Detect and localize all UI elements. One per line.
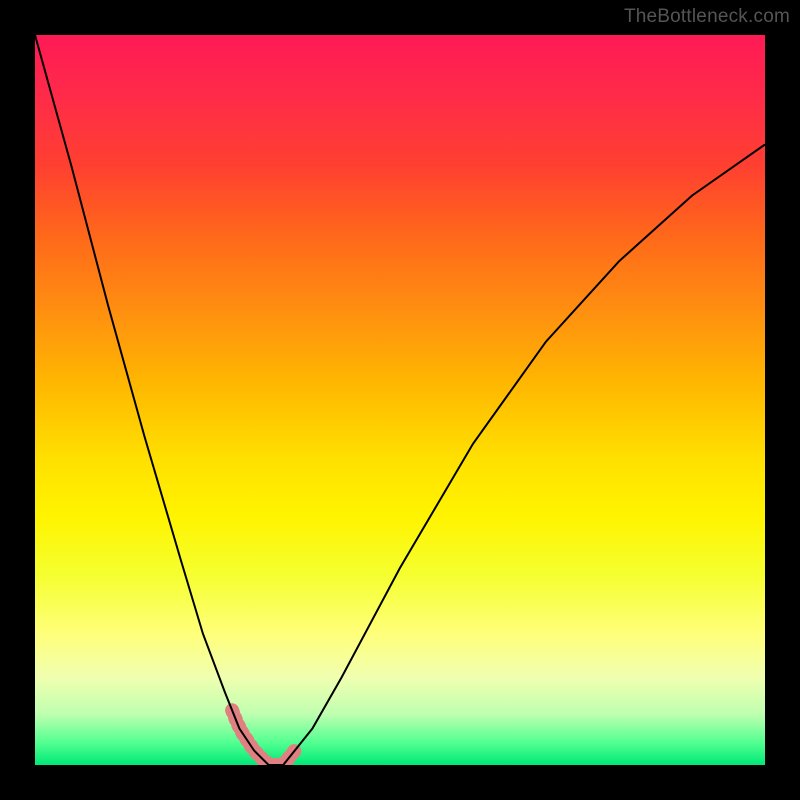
chart-svg: [35, 35, 765, 765]
plot-area: [35, 35, 765, 765]
optimal-zone-marker: [232, 710, 298, 765]
bottleneck-curve: [35, 35, 765, 765]
watermark-text: TheBottleneck.com: [624, 6, 790, 28]
